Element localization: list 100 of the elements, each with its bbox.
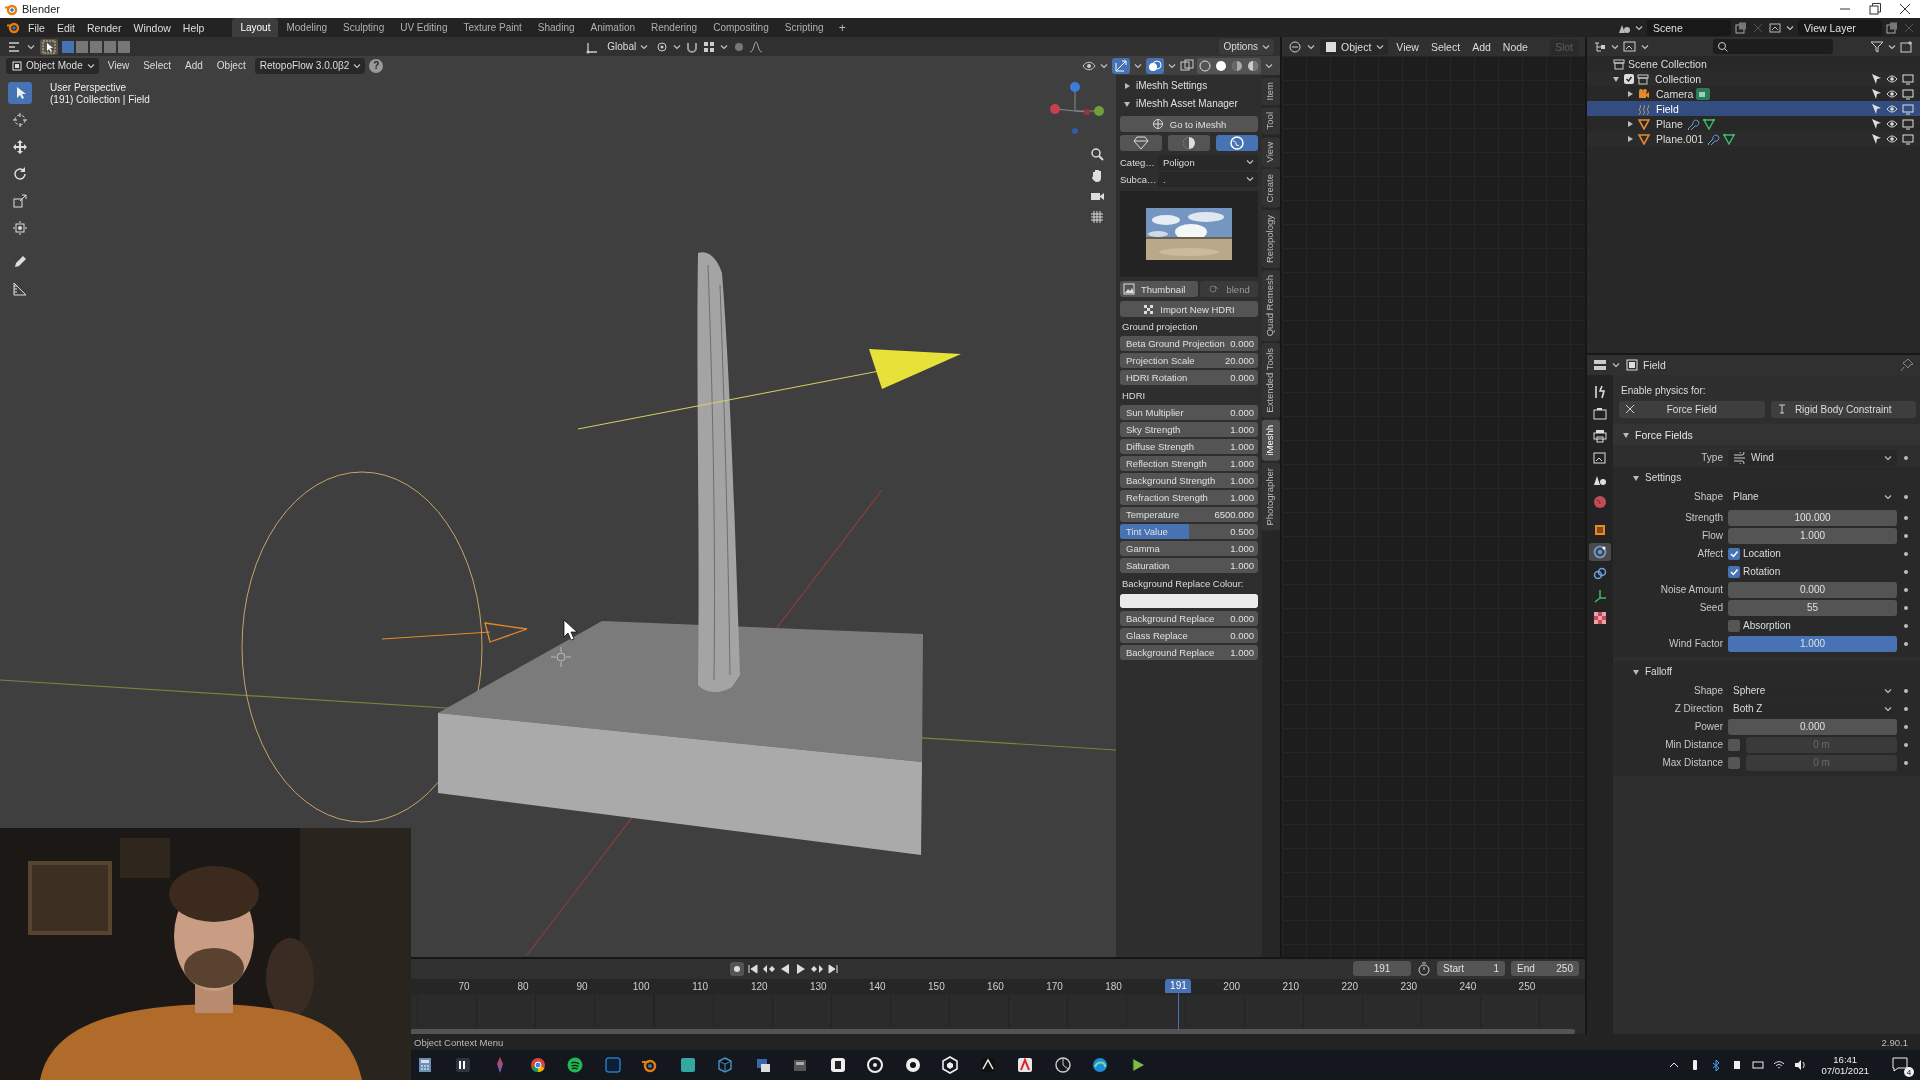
mode-dropdown[interactable]: Object Mode: [6, 57, 99, 74]
number-field[interactable]: Sun Multiplier 0.000: [1120, 405, 1258, 420]
field-label: Type: [1700, 452, 1723, 463]
start-frame-field[interactable]: Start 1: [1437, 961, 1505, 976]
number-field[interactable]: Beta Ground Projection 0.000: [1120, 336, 1258, 351]
number-field[interactable]: Projection Scale 20.000: [1120, 353, 1258, 368]
go-to-button[interactable]: Go to iMeshh: [1120, 116, 1258, 132]
number-field[interactable]: Temperature 6500.000: [1120, 507, 1258, 522]
slider-field[interactable]: 1.000: [1728, 635, 1897, 652]
number-field[interactable]: Diffuse Strength 1.000: [1120, 439, 1258, 454]
menu-item[interactable]: Object: [211, 60, 251, 71]
import-button[interactable]: Import New HDRI: [1120, 301, 1258, 317]
frame-tick-label: 120: [749, 980, 769, 994]
dropdown[interactable]: Wind: [1728, 449, 1897, 466]
addon-dropdown[interactable]: RetopoFlow 3.0.0β2: [254, 57, 366, 74]
scene-field[interactable]: Scene: [1647, 19, 1731, 36]
subpanel-header[interactable]: Falloff: [1619, 661, 1916, 682]
field-label: Subca…: [1120, 173, 1154, 185]
workspace-tab[interactable]: UV Editing: [392, 18, 456, 37]
number-field[interactable]: 0.000: [1728, 581, 1897, 598]
workspace-tab[interactable]: Sculpting: [335, 18, 393, 37]
physics-button[interactable]: Rigid Body Constraint: [1770, 401, 1916, 418]
playhead[interactable]: 191: [1165, 979, 1192, 1030]
frame-tick-label: 210: [1281, 980, 1301, 994]
menu-item[interactable]: File: [22, 21, 51, 34]
frame-tick-label: 90: [575, 980, 589, 994]
number-field[interactable]: Background Replace 1.000: [1120, 645, 1258, 660]
menu-item[interactable]: Render: [81, 21, 128, 34]
category-dropdown[interactable]: Poligon: [1158, 154, 1258, 170]
workspace-tab[interactable]: Texture Paint: [455, 18, 530, 37]
outliner-row[interactable]: Plane: [1587, 116, 1920, 131]
thumbnail-button[interactable]: Thumbnail: [1120, 281, 1199, 297]
number-field[interactable]: Saturation 1.000: [1120, 558, 1258, 573]
panel-header[interactable]: iMeshh Settings: [1120, 77, 1258, 94]
number-field[interactable]: 55: [1728, 599, 1897, 616]
checkbox-label: Location: [1743, 548, 1781, 559]
section-title: HDRI: [1121, 389, 1147, 403]
number-field[interactable]: Gamma 1.000: [1120, 541, 1258, 556]
sidebar-tab[interactable]: View: [1262, 136, 1280, 168]
number-field[interactable]: Reflection Strength 1.000: [1120, 456, 1258, 471]
sidebar-tab[interactable]: iMeshh: [1262, 420, 1280, 461]
panel-header[interactable]: iMeshh Asset Manager: [1120, 95, 1258, 112]
number-field[interactable]: 1.000: [1728, 527, 1897, 544]
outliner-row[interactable]: Field: [1587, 101, 1920, 116]
view-layer-field[interactable]: View Layer: [1798, 19, 1882, 36]
sidebar-tab[interactable]: Create: [1262, 169, 1280, 208]
orientation-dropdown[interactable]: Global: [602, 38, 653, 55]
section-title: Background Replace Colour:: [1121, 577, 1245, 591]
menu-item[interactable]: View: [1392, 40, 1423, 53]
current-frame-field[interactable]: 191: [1353, 961, 1411, 976]
subpanel-header[interactable]: Settings: [1619, 467, 1916, 488]
options-dropdown[interactable]: Options: [1218, 38, 1274, 55]
panel-header[interactable]: Force Fields: [1613, 424, 1920, 445]
menu-item[interactable]: Help: [176, 21, 211, 34]
sidebar-tab[interactable]: Tool: [1262, 107, 1280, 135]
number-field[interactable]: Glass Replace 0.000: [1120, 628, 1258, 643]
sidebar-tab[interactable]: Item: [1262, 77, 1280, 106]
frame-tick-label: 180: [1104, 980, 1123, 994]
menu-item[interactable]: Select: [1426, 40, 1465, 53]
number-field[interactable]: Sky Strength 1.000: [1120, 422, 1258, 437]
frame-tick-label: 170: [1045, 980, 1064, 994]
workspace-tab[interactable]: Scripting: [776, 18, 832, 37]
section-title: Ground projection: [1121, 320, 1199, 334]
notification-badge: 4: [1904, 1067, 1914, 1077]
menu-item[interactable]: Add: [180, 60, 208, 71]
frame-tick-label: 80: [516, 980, 530, 994]
menu-item[interactable]: Edit: [50, 21, 81, 34]
number-field[interactable]: 0.000: [1728, 718, 1897, 735]
field-label: Min Distance: [1664, 739, 1723, 750]
number-field[interactable]: Refraction Strength 1.000: [1120, 490, 1258, 505]
shader-type-dropdown[interactable]: Object: [1320, 38, 1389, 55]
end-frame-field[interactable]: End 250: [1511, 961, 1579, 976]
sidebar-tab[interactable]: Photographer: [1262, 462, 1280, 531]
menu-item[interactable]: Window: [127, 21, 177, 34]
slider-field[interactable]: Tint Value 0.500: [1120, 524, 1258, 539]
subcategory-dropdown[interactable]: .: [1158, 171, 1258, 187]
workspace-tab[interactable]: Layout: [232, 18, 279, 37]
sidebar-tab[interactable]: Extended Tools: [1262, 343, 1280, 418]
workspace-tab[interactable]: Shading: [529, 18, 583, 37]
sidebar-tab[interactable]: Retopology: [1262, 209, 1280, 268]
number-field[interactable]: 100.000: [1728, 509, 1897, 526]
menu-item[interactable]: Select: [138, 60, 176, 71]
menu-item[interactable]: Node: [1498, 40, 1532, 53]
number-field[interactable]: Background Strength 1.000: [1120, 473, 1258, 488]
physics-button[interactable]: Force Field: [1619, 401, 1765, 418]
field-label: Shape: [1693, 685, 1723, 696]
menu-item[interactable]: Add: [1468, 40, 1495, 53]
outliner-row[interactable]: Camera: [1587, 86, 1920, 101]
menu-item[interactable]: View: [102, 60, 135, 71]
workspace-tab[interactable]: Animation: [582, 18, 643, 37]
sidebar-tab[interactable]: Quad Remesh: [1262, 269, 1280, 342]
frame-tick-label: 160: [986, 980, 1005, 994]
number-field[interactable]: HDRI Rotation 0.000: [1120, 370, 1258, 385]
workspace-tab[interactable]: Rendering: [643, 18, 706, 37]
workspace-tab[interactable]: Compositing: [705, 18, 777, 37]
frame-tick-label: 200: [1222, 980, 1242, 994]
workspace-tab[interactable]: Modeling: [278, 18, 336, 37]
number-field[interactable]: Background Replace 0.000: [1120, 611, 1258, 626]
help-button[interactable]: ?: [369, 58, 384, 73]
add-workspace-button[interactable]: +: [831, 20, 853, 35]
